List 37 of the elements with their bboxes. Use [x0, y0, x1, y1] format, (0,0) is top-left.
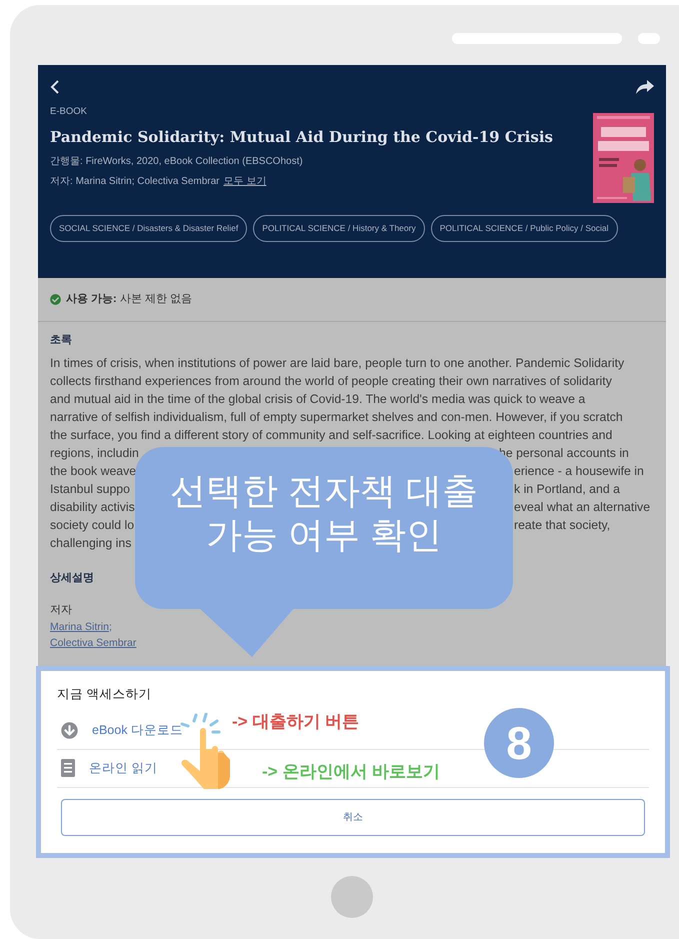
author-link[interactable]: Colectiva Sembrar — [50, 634, 136, 650]
abstract-fragment: the book weave — [50, 464, 136, 478]
annotation-note: -> 대출하기 버튼 — [232, 711, 360, 733]
author-heading: 저자 — [50, 603, 73, 618]
type-label: E-BOOK — [50, 105, 88, 119]
subject-chip[interactable]: SOCIAL SCIENCE / Disasters & Disaster Relief — [50, 215, 248, 242]
callout-text: 선택한 전자책 대출 가능 여부 확인 — [168, 469, 479, 557]
download-icon — [61, 722, 78, 739]
details-heading: 상세설명 — [50, 570, 95, 586]
access-option[interactable]: 온라인 읽기 — [89, 758, 158, 778]
abstract-fragment: regions, includin — [50, 446, 139, 460]
back-icon[interactable] — [50, 79, 60, 95]
author-text: 저자: Marina Sitrin; Colectiva Sembrar — [50, 174, 220, 189]
separator-text: ; — [108, 620, 112, 634]
abstract-fragment: disability activis — [50, 500, 135, 514]
see-all-link[interactable]: 모두 보기 — [224, 174, 266, 189]
book-title: Pandemic Solidarity: Mutual Aid During the Covid-19 Crisis — [50, 127, 554, 148]
abstract-heading: 초록 — [50, 333, 73, 348]
abstract-fragment: challenging ins — [50, 536, 132, 550]
document-icon — [61, 759, 75, 778]
available-icon — [50, 294, 61, 305]
subject-chip[interactable]: POLITICAL SCIENCE / History & Theory — [253, 215, 425, 242]
share-icon[interactable] — [636, 80, 654, 94]
sheet-title: 지금 액세스하기 — [57, 686, 152, 703]
cancel-button[interactable]: 취소 — [61, 798, 645, 836]
abstract-fragment: erience - a housewife in — [514, 462, 644, 480]
access-option[interactable]: eBook 다운로드 — [92, 720, 183, 740]
abstract-fragment: eveal what an alternative — [514, 498, 650, 516]
availability-text: 사용 가능: 사본 제한 없음 — [66, 292, 192, 308]
subject-chip[interactable]: POLITICAL SCIENCE / Public Policy / Social — [430, 215, 618, 242]
annotation-note: -> 온라인에서 바로보기 — [262, 761, 440, 783]
abstract-fragment: k in Portland, and a — [514, 480, 620, 498]
abstract-fragment: Istanbul suppo — [50, 482, 130, 496]
abstract-fragment: reate that society, — [514, 516, 610, 534]
abstract-fragment: society could lo — [50, 518, 134, 532]
author-link[interactable]: Marina Sitrin — [50, 618, 109, 634]
publisher-text: 간행물: FireWorks, 2020, eBook Collection (EBSCOhost) — [50, 154, 304, 169]
